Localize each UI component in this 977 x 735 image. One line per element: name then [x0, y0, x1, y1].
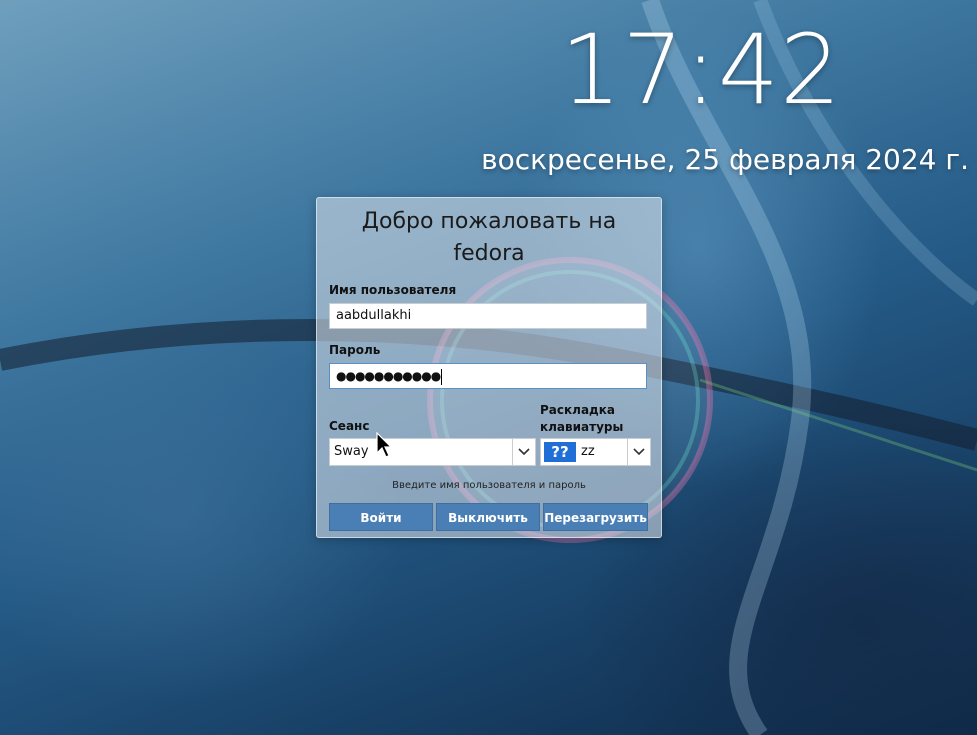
password-value: ●●●●●●●●●●● [336, 369, 441, 383]
reboot-button[interactable]: Перезагрузить [543, 503, 648, 531]
mouse-pointer-icon [376, 432, 392, 458]
password-input[interactable]: ●●●●●●●●●●● [329, 363, 647, 389]
chevron-down-icon[interactable] [512, 439, 535, 465]
session-value: Sway [334, 444, 369, 459]
keyboard-layout-select[interactable]: ?? zz [540, 438, 651, 466]
welcome-line-1: Добро пожаловать на [361, 209, 617, 234]
clock-date: воскресенье, 25 февраля 2024 г. [481, 143, 969, 176]
login-panel: Добро пожаловать на fedora Имя пользоват… [316, 197, 662, 538]
shutdown-button[interactable]: Выключить [436, 503, 540, 531]
keyboard-label-line-2: клавиатуры [540, 420, 624, 434]
welcome-line-2: fedora [453, 241, 525, 266]
welcome-title: Добро пожаловать на fedora [317, 206, 661, 270]
text-caret [441, 368, 443, 385]
clock-time: 17:42 [560, 14, 842, 126]
session-select[interactable]: Sway [329, 438, 536, 466]
password-label: Пароль [329, 343, 381, 357]
session-label: Сеанс [329, 419, 370, 433]
username-input[interactable]: aabdullakhi [329, 303, 647, 329]
login-button[interactable]: Войти [329, 503, 433, 531]
keyboard-layout-value: zz [581, 444, 595, 459]
username-value: aabdullakhi [336, 308, 412, 323]
username-label: Имя пользователя [329, 283, 457, 297]
keyboard-flag-icon: ?? [544, 442, 576, 462]
keyboard-label-line-1: Раскладка [540, 403, 615, 417]
keyboard-label: Раскладка клавиатуры [540, 402, 623, 436]
chevron-down-icon[interactable] [627, 439, 650, 465]
login-hint: Введите имя пользователя и пароль [392, 480, 586, 491]
